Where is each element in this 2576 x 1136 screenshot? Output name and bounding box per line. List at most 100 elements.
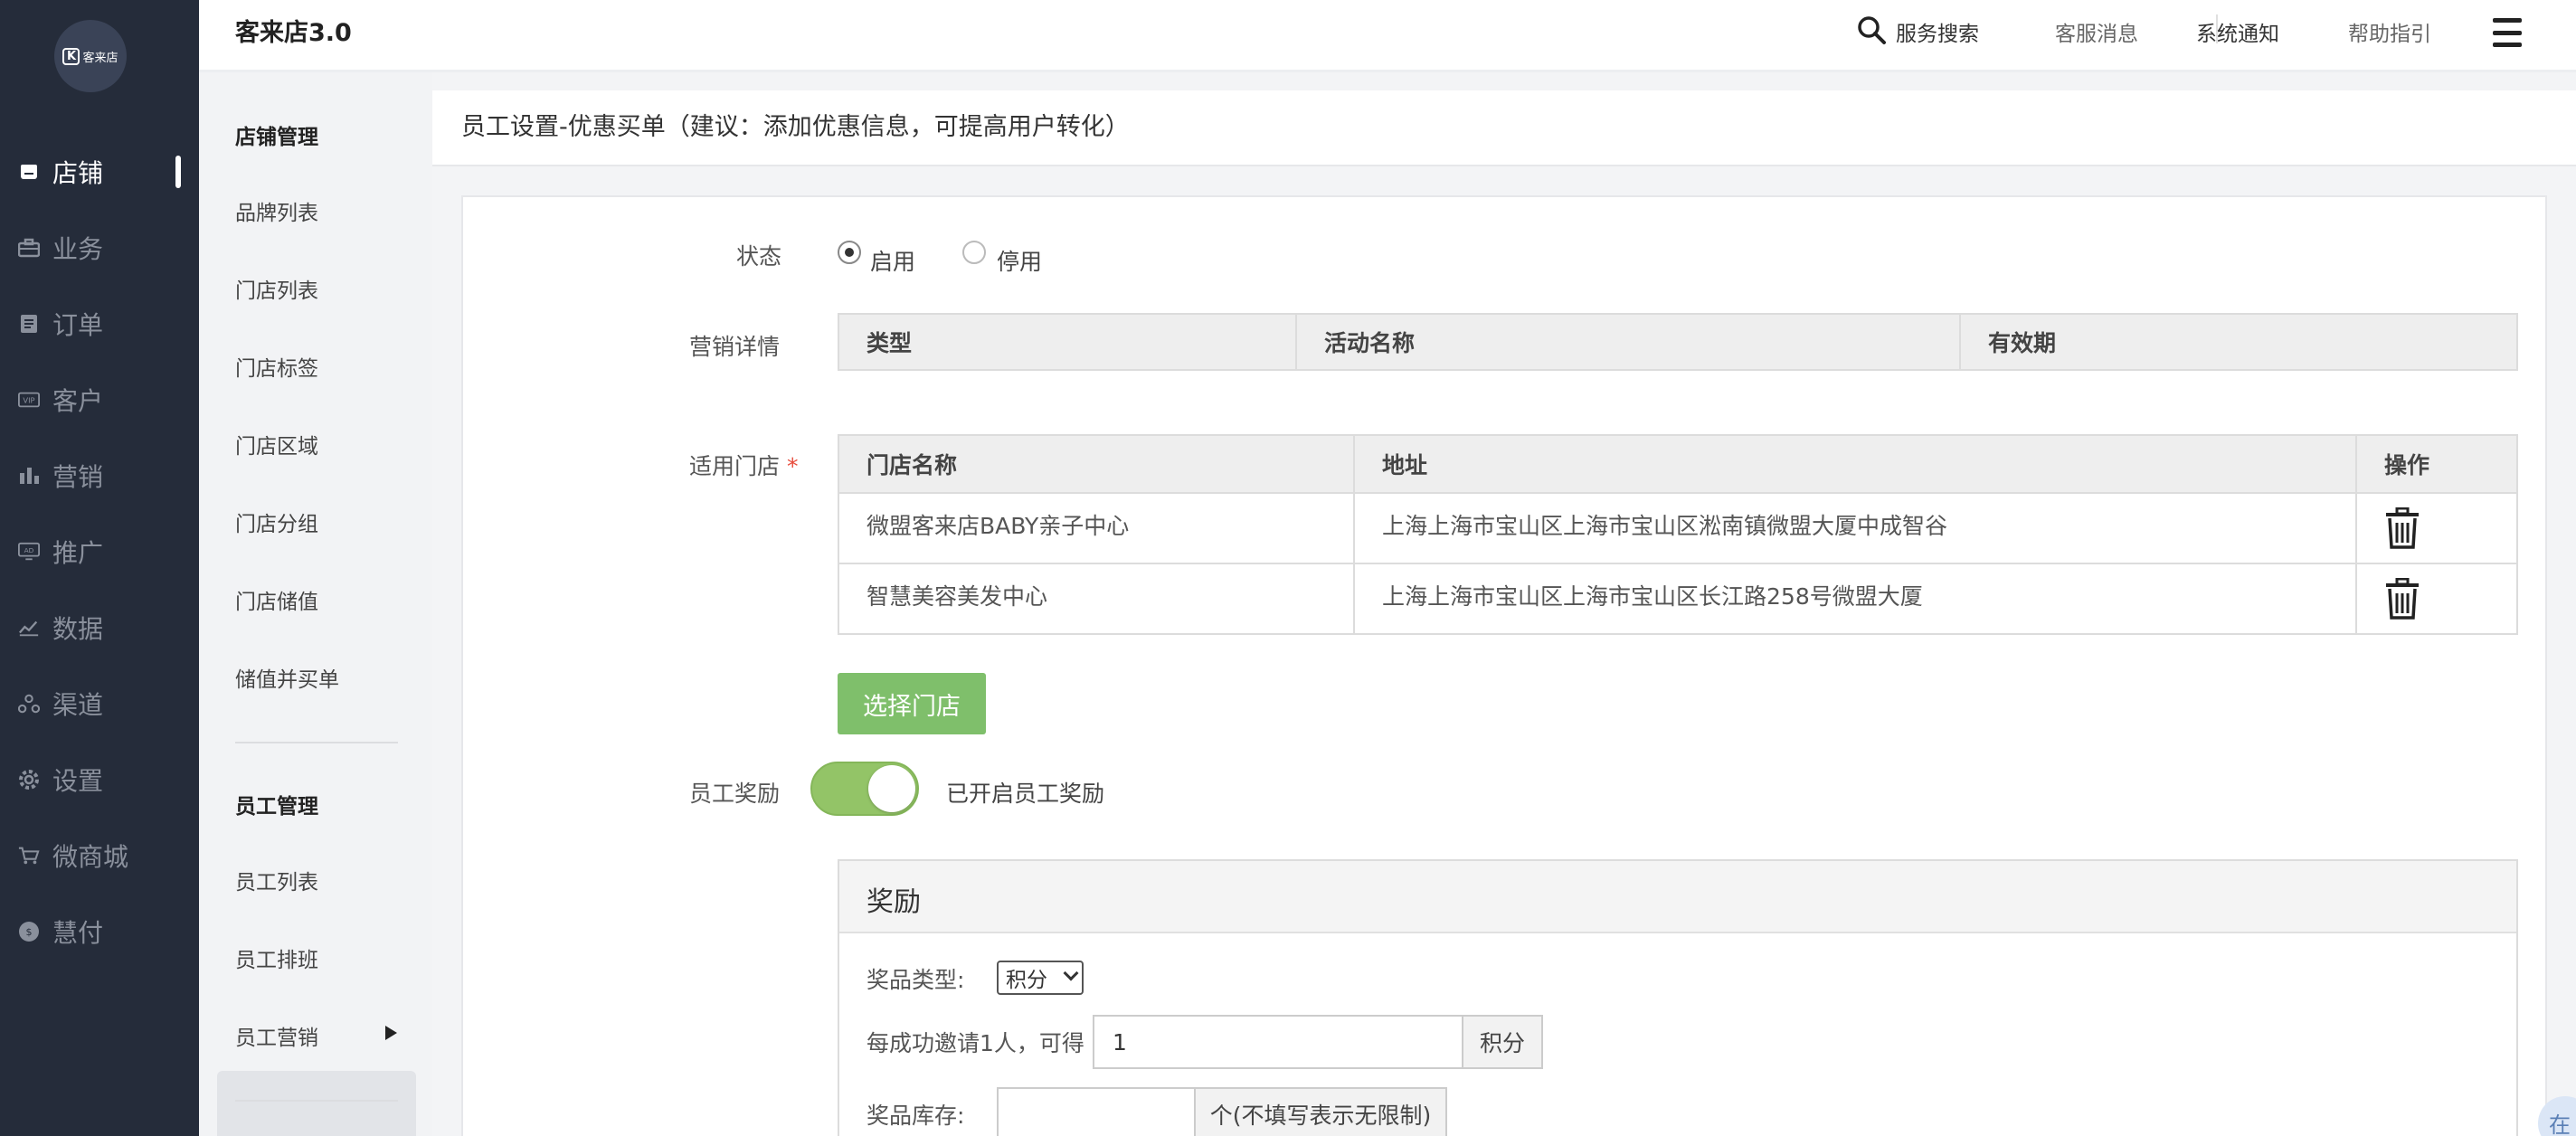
nav-item-mall[interactable]: 微商城 (0, 828, 199, 883)
submenu-item-store-groups[interactable]: 门店分组 (235, 506, 318, 537)
marketing-detail-label: 营销详情 (689, 334, 781, 360)
prize-type-select[interactable]: 积分 (997, 961, 1084, 995)
help-guide-link[interactable]: 帮助指引 (2348, 16, 2431, 47)
toggle-knob (868, 765, 915, 812)
nav-item-label: 营销 (52, 462, 104, 492)
bar-chart-icon (18, 465, 40, 487)
svg-text:$: $ (26, 926, 33, 938)
submenu-divider (235, 1100, 398, 1102)
table-row: 微盟客来店BABY亲子中心 上海上海市宝山区上海市宝山区淞南镇微盟大厦中成智谷 (838, 492, 2518, 564)
staff-reward-toggle[interactable] (810, 762, 919, 816)
status-label: 状态 (736, 243, 782, 270)
per-invite-input[interactable]: 1 (1093, 1015, 1463, 1069)
store-icon (18, 161, 40, 183)
system-notice-link[interactable]: 系统通知 (2196, 16, 2279, 47)
submenu-divider (235, 742, 398, 743)
stores-col-name: 门店名称 (838, 434, 1355, 494)
submenu-item-store-regions[interactable]: 门店区域 (235, 429, 318, 459)
nav-item-promotion[interactable]: AD 推广 (0, 525, 199, 579)
submenu-item-stored-value-checkout[interactable]: 储值并买单 (235, 662, 339, 693)
per-invite-label: 每成功邀请1人，可得 (867, 1030, 1084, 1056)
status-enabled-radio[interactable] (838, 241, 861, 264)
stock-hint: 个(不填写表示无限制) (1194, 1087, 1447, 1136)
select-store-button[interactable]: 选择门店 (838, 673, 986, 734)
app-logo[interactable]: K 客来店 (54, 20, 127, 92)
prize-type-value: 积分 (1006, 969, 1047, 992)
app-title: 客来店3.0 (235, 19, 352, 47)
nav-item-store[interactable]: 店铺 (0, 145, 199, 199)
submenu-item-brand-list[interactable]: 品牌列表 (235, 195, 318, 226)
order-icon (18, 313, 40, 335)
table-row: 智慧美容美发中心 上海上海市宝山区上海市宝山区长江路258号微盟大厦 (838, 563, 2518, 635)
staff-reward-label: 员工奖励 (689, 781, 781, 807)
logo-k-icon: K (62, 47, 80, 65)
nav-item-label: 店铺 (52, 158, 104, 188)
svg-text:VIP: VIP (23, 396, 34, 405)
submenu-item-staff-marketing-label: 员工营销 (235, 1027, 318, 1050)
customer-service-link[interactable]: 客服消息 (2055, 16, 2138, 47)
hamburger-menu-icon[interactable] (2493, 18, 2522, 47)
stock-input[interactable] (997, 1087, 1196, 1136)
reward-panel: 奖励 奖品类型: 积分 每成功邀请1人，可得 1 积分 奖品库存: 个(不填写表… (838, 859, 2518, 1136)
nav-item-label: 渠道 (52, 690, 104, 720)
prize-type-label: 奖品类型: (867, 967, 965, 993)
submenu-item-store-list[interactable]: 门店列表 (235, 273, 318, 304)
store-address-cell: 上海上海市宝山区上海市宝山区长江路258号微盟大厦 (1353, 563, 2357, 635)
nav-item-channels[interactable]: 渠道 (0, 677, 199, 731)
line-chart-icon (18, 617, 40, 639)
marketing-table: 类型 活动名称 有效期 (838, 313, 2518, 371)
nav-item-orders[interactable]: 订单 (0, 297, 199, 351)
submenu-item-staff-schedule[interactable]: 员工排班 (235, 942, 318, 973)
top-header: 客来店3.0 服务搜索 客服消息 系统通知 帮助指引 (199, 0, 2576, 72)
caret-right-icon (385, 1026, 397, 1040)
per-invite-unit: 积分 (1462, 1015, 1543, 1069)
logo-text: 客来店 (82, 51, 118, 65)
nav-item-label: 订单 (52, 310, 104, 340)
submenu-item-store-tags[interactable]: 门店标签 (235, 351, 318, 382)
stores-table: 门店名称 地址 操作 微盟客来店BABY亲子中心 上海上海市宝山区上海市宝山区淞… (838, 434, 2518, 635)
submenu-item-staff-list[interactable]: 员工列表 (235, 865, 318, 895)
nav-item-label: 微商城 (52, 842, 129, 872)
main-nav: K 客来店 店铺 业务 订单 VIP 客户 营销 AD 推广 数据 渠道 设置 … (0, 0, 199, 1136)
store-name-cell: 微盟客来店BABY亲子中心 (838, 492, 1355, 564)
nav-item-pay[interactable]: $ 慧付 (0, 904, 199, 959)
nav-item-business[interactable]: 业务 (0, 221, 199, 275)
nav-item-label: 业务 (52, 234, 104, 264)
status-disabled-label: 停用 (997, 249, 1043, 275)
coin-icon: $ (18, 921, 40, 942)
ad-icon: AD (18, 541, 40, 563)
stores-col-actions: 操作 (2355, 434, 2518, 494)
staff-reward-status: 已开启员工奖励 (946, 781, 1105, 807)
marketing-col-name: 活动名称 (1295, 313, 1961, 371)
status-disabled-radio[interactable] (962, 241, 986, 264)
nav-item-data[interactable]: 数据 (0, 601, 199, 655)
submenu-item-staff-marketing[interactable] (217, 1071, 416, 1136)
cart-icon (18, 845, 40, 866)
trash-icon[interactable] (2384, 578, 2420, 620)
nav-item-label: 客户 (52, 386, 104, 416)
nav-item-label: 数据 (52, 614, 104, 644)
gear-icon (18, 769, 40, 790)
reward-panel-title: 奖励 (867, 886, 921, 918)
nav-item-label: 设置 (52, 766, 104, 796)
reward-panel-header: 奖励 (839, 861, 2516, 933)
required-mark: * (787, 453, 799, 479)
trash-icon[interactable] (2384, 507, 2420, 549)
store-actions-cell (2355, 492, 2518, 564)
nav-item-settings[interactable]: 设置 (0, 753, 199, 807)
nav-item-label: 慧付 (52, 918, 104, 948)
svg-text:AD: AD (24, 546, 34, 554)
secondary-menu: 店铺管理 品牌列表 门店列表 门店标签 门店区域 门店分组 门店储值 储值并买单… (199, 72, 432, 1136)
nav-item-customers[interactable]: VIP 客户 (0, 373, 199, 427)
search-icon[interactable] (1856, 14, 1887, 45)
chevron-down-icon (1063, 965, 1079, 981)
service-search-link[interactable]: 服务搜索 (1896, 16, 1979, 47)
status-enabled-label: 启用 (870, 249, 916, 275)
submenu-item-store-stored-value[interactable]: 门店储值 (235, 584, 318, 615)
marketing-col-validity: 有效期 (1959, 313, 2518, 371)
store-name-cell: 智慧美容美发中心 (838, 563, 1355, 635)
nav-item-marketing[interactable]: 营销 (0, 449, 199, 503)
page-title: 员工设置-优惠买单（建议：添加优惠信息，可提高用户转化） (461, 113, 1130, 141)
submenu-section-store: 店铺管理 (235, 126, 318, 149)
store-actions-cell (2355, 563, 2518, 635)
